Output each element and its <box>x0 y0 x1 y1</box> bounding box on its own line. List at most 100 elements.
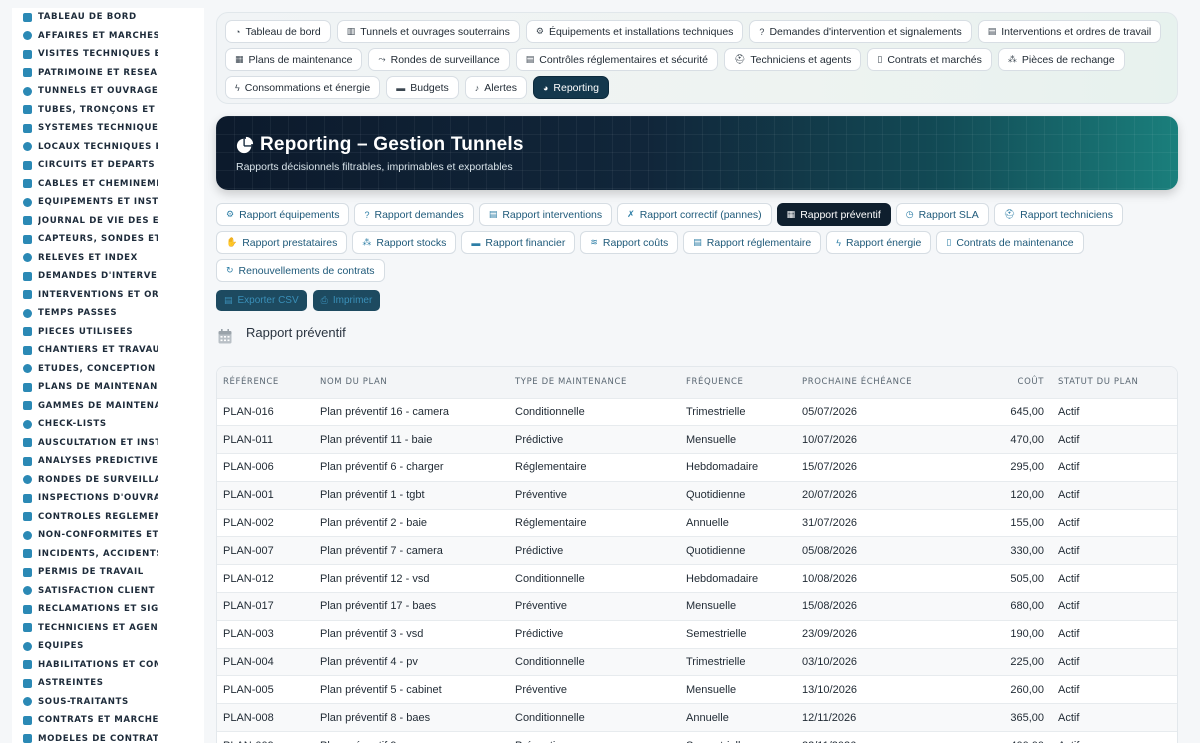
report-button-rapport-stocks[interactable]: ⁂ Rapport stocks <box>352 231 457 254</box>
table-row[interactable]: PLAN-004 Plan préventif 4 - pv Conditionne… <box>217 648 1177 676</box>
table-row[interactable]: PLAN-009Plan préventif 9 - PréventiveSem… <box>217 731 1177 743</box>
column-header-frequence[interactable]: FRÉQUENCE <box>680 367 796 398</box>
tab-contrats-et-marches[interactable]: ▯ Contrats et marchés <box>867 48 992 71</box>
sidebar-item-patrimoine-et-reseaux[interactable]: PATRIMOINE ET RÉSEAUX <box>12 64 158 83</box>
report-icon: ↻ <box>226 265 234 275</box>
sidebar-item-rondes-de-surveillan[interactable]: RONDES DE SURVEILLAN <box>12 471 158 490</box>
sidebar-item-tableau-de-bord[interactable]: TABLEAU DE BORD <box>12 8 158 27</box>
tab-interventions-et-ordres-de-travail[interactable]: ▤ Interventions et ordres de travail <box>977 20 1162 43</box>
dashboard-icon: ◔ <box>235 26 241 37</box>
sidebar-item-reclamations-et-sign[interactable]: RÉCLAMATIONS ET SIGN <box>12 600 158 619</box>
table-row[interactable]: PLAN-017 Plan préventif 17 - baes Préventi… <box>217 592 1177 621</box>
sidebar-item-locaux-techniques-et[interactable]: LOCAUX TECHNIQUES ET <box>12 138 158 157</box>
table-row[interactable]: PLAN-011 Plan préventif 11 - baie Prédicti… <box>217 425 1177 454</box>
tab-label: Consommations et énergie <box>244 81 371 94</box>
sidebar-item-interventions-et-ordi[interactable]: INTERVENTIONS ET ORDI <box>12 286 158 305</box>
report-button-rapport-preventif[interactable]: ▦ Rapport préventif <box>776 203 891 226</box>
tab-budgets[interactable]: ▬ Budgets <box>386 76 459 99</box>
sidebar-item-label: CHANTIERS ET TRAVAUX <box>38 345 158 356</box>
tab-pieces-de-rechange[interactable]: ⁂ Pièces de rechange <box>997 48 1125 71</box>
sidebar-item-plans-de-maintenance[interactable]: PLANS DE MAINTENANCE <box>12 378 158 397</box>
tab-tunnels-et-ouvrages-souterrains[interactable]: ▥ Tunnels et ouvrages souterrains <box>336 20 520 43</box>
sidebar-item-equipements-et-instal[interactable]: ÉQUIPEMENTS ET INSTAL <box>12 193 158 212</box>
report-button-rapport-energie[interactable]: ϟ Rapport énergie <box>826 231 932 254</box>
report-button-renouvellements-de-contrats[interactable]: ↻ Renouvellements de contrats <box>216 259 385 282</box>
table-row[interactable]: PLAN-003 Plan préventif 3 - vsd Prédictive… <box>217 620 1177 648</box>
sidebar-item-cables-et-cheminemen[interactable]: CÂBLES ET CHEMINEMEN <box>12 175 158 194</box>
table-row[interactable]: PLAN-016 Plan préventif 16 - camera Condit… <box>217 398 1177 426</box>
column-header-nom-du-plan[interactable]: NOM DU PLAN <box>314 367 509 398</box>
table-cell-prochaine-echeance: 10/08/2026 <box>802 572 858 585</box>
sidebar-item-journal-de-vie-des-eq[interactable]: JOURNAL DE VIE DES ÉQ <box>12 212 158 231</box>
sidebar-item-demandes-d-intervent[interactable]: DEMANDES D'INTERVENT <box>12 267 158 286</box>
column-header-type-de-maintenance[interactable]: TYPE DE MAINTENANCE <box>509 367 680 398</box>
sidebar-item-astreintes[interactable]: ASTREINTES <box>12 674 158 693</box>
sidebar-item-permis-de-travail[interactable]: PERMIS DE TRAVAIL <box>12 563 158 582</box>
report-button-contrats-de-maintenance[interactable]: ▯ Contrats de maintenance <box>936 231 1084 254</box>
sidebar-item-satisfaction-client[interactable]: SATISFACTION CLIENT <box>12 582 158 601</box>
report-button-rapport-interventions[interactable]: ▤ Rapport interventions <box>478 203 613 226</box>
report-button-rapport-techniciens[interactable]: ⛑ Rapport techniciens <box>993 203 1123 226</box>
sidebar-item-etudes-conception-et[interactable]: ÉTUDES, CONCEPTION ET <box>12 360 158 379</box>
tab-plans-de-maintenance[interactable]: ▦ Plans de maintenance <box>225 48 363 71</box>
table-row[interactable]: PLAN-001 Plan préventif 1 - tgbt Préventiv… <box>217 481 1177 510</box>
report-button-rapport-demandes[interactable]: ? Rapport demandes <box>354 203 474 226</box>
sidebar-item-controles-reglement[interactable]: CONTRÔLES RÉGLEMENT <box>12 508 158 527</box>
sidebar-item-gammes-de-maintenan[interactable]: GAMMES DE MAINTENAN <box>12 397 158 416</box>
sidebar-item-temps-passes[interactable]: TEMPS PASSÉS <box>12 304 158 323</box>
table-row[interactable]: PLAN-002 Plan préventif 2 - baie Réglement… <box>217 509 1177 537</box>
tab-consommations-et-energie[interactable]: ϟ Consommations et énergie <box>225 76 381 99</box>
report-button-rapport-correctif-pannes[interactable]: ✗ Rapport correctif (pannes) <box>617 203 772 226</box>
sidebar-item-capteurs-sondes-et-c[interactable]: CAPTEURS, SONDES ET C <box>12 230 158 249</box>
report-button-rapport-sla[interactable]: ◷ Rapport SLA <box>895 203 989 226</box>
sidebar-item-label: ANALYSES PRÉDICTIVES <box>38 456 158 467</box>
export-csv-button[interactable]: ▤ Exporter CSV <box>216 290 307 311</box>
column-header-reference[interactable]: RÉFÉRENCE <box>217 367 314 398</box>
tab-reporting[interactable]: ◕ Reporting <box>532 76 609 99</box>
sidebar-item-non-conformites-et-a[interactable]: NON-CONFORMITÉS ET A <box>12 526 158 545</box>
table-row[interactable]: PLAN-007 Plan préventif 7 - camera Prédict… <box>217 536 1177 565</box>
report-button-rapport-couts[interactable]: ≋ Rapport coûts <box>580 231 679 254</box>
sidebar-item-tubes-troncons-et-zo[interactable]: TUBES, TRONÇONS ET ZO <box>12 101 158 120</box>
sidebar-item-inspections-d-ouvrag[interactable]: INSPECTIONS D'OUVRAG <box>12 489 158 508</box>
sidebar-item-habilitations-et-comp[interactable]: HABILITATIONS ET COMP <box>12 656 158 675</box>
report-button-rapport-financier[interactable]: ▬ Rapport financier <box>461 231 576 254</box>
sidebar-item-incidents-accidents-e[interactable]: INCIDENTS, ACCIDENTS E <box>12 545 158 564</box>
sidebar-item-releves-et-index[interactable]: RELEVÉS ET INDEX <box>12 249 158 268</box>
table-row[interactable]: PLAN-008 Plan préventif 8 - baes Condition… <box>217 703 1177 732</box>
tab-controles-reglementaires-et-securite[interactable]: ▤ Contrôles réglementaires et sécurité <box>515 48 718 71</box>
sidebar-item-pieces-utilisees[interactable]: PIÈCES UTILISÉES <box>12 323 158 342</box>
table-row[interactable]: PLAN-005 Plan préventif 5 - cabinet Préven… <box>217 675 1177 704</box>
table-row[interactable]: PLAN-012 Plan préventif 12 - vsd Condition… <box>217 564 1177 593</box>
sidebar-item-tunnels-et-ouvrages[interactable]: TUNNELS ET OUVRAGES <box>12 82 158 101</box>
sidebar-item-check-lists[interactable]: CHECK-LISTS <box>12 415 158 434</box>
tab-equipements-et-installations-techniques[interactable]: ⚙ Équipements et installations techniques <box>525 20 744 43</box>
sidebar-item-analyses-predictives[interactable]: ANALYSES PRÉDICTIVES <box>12 452 158 471</box>
table-row[interactable]: PLAN-006 Plan préventif 6 - charger Réglem… <box>217 453 1177 482</box>
sidebar-item-sous-traitants[interactable]: SOUS-TRAITANTS <box>12 693 158 712</box>
column-header-prochaine-echeance[interactable]: PROCHAINE ÉCHÉANCE <box>796 367 924 398</box>
sidebar-item-label: DEMANDES D'INTERVENT <box>38 271 158 282</box>
sidebar-item-label: CONTRATS ET MARCHÉS <box>38 715 158 726</box>
report-button-rapport-prestataires[interactable]: ✋ Rapport prestataires <box>216 231 348 254</box>
sidebar-item-chantiers-et-travaux[interactable]: CHANTIERS ET TRAVAUX <box>12 341 158 360</box>
report-button-rapport-reglementaire[interactable]: ▤ Rapport réglementaire <box>683 231 822 254</box>
sidebar-item-affaires-et-marches[interactable]: AFFAIRES ET MARCHÉS <box>12 27 158 46</box>
sidebar-item-circuits-et-departs-e[interactable]: CIRCUITS ET DÉPARTS É <box>12 156 158 175</box>
tab-demandes-d-intervention-et-signalements[interactable]: ? Demandes d'intervention et signalements <box>749 20 972 43</box>
report-button-rapport-equipements[interactable]: ⚙ Rapport équipements <box>216 203 350 226</box>
column-header-cout[interactable]: COÛT <box>924 367 1052 398</box>
sidebar-item-equipes[interactable]: ÉQUIPES <box>12 637 158 656</box>
print-button[interactable]: ⎙ Imprimer <box>312 290 381 311</box>
sidebar-item-auscultation-et-instr[interactable]: AUSCULTATION ET INSTR <box>12 434 158 453</box>
tab-techniciens-et-agents[interactable]: ⛑ Techniciens et agents <box>723 48 862 71</box>
sidebar-item-techniciens-et-agents[interactable]: TECHNICIENS ET AGENTS <box>12 619 158 638</box>
sidebar-item-systemes-techniques[interactable]: SYSTÈMES TECHNIQUES <box>12 119 158 138</box>
tab-alertes[interactable]: ♪ Alertes <box>464 76 527 99</box>
sidebar-item-modeles-de-contrats[interactable]: MODÈLES DE CONTRATS <box>12 730 158 743</box>
tab-tableau-de-bord[interactable]: ◔ Tableau de bord <box>225 20 331 43</box>
tab-rondes-de-surveillance[interactable]: ⤳ Rondes de surveillance <box>368 48 510 71</box>
sidebar-item-contrats-et-marches[interactable]: CONTRATS ET MARCHÉS <box>12 711 158 730</box>
column-header-statut-du-plan[interactable]: STATUT DU PLAN <box>1052 367 1177 398</box>
sidebar-item-visites-techniques-et[interactable]: VISITES TECHNIQUES ET <box>12 45 158 64</box>
